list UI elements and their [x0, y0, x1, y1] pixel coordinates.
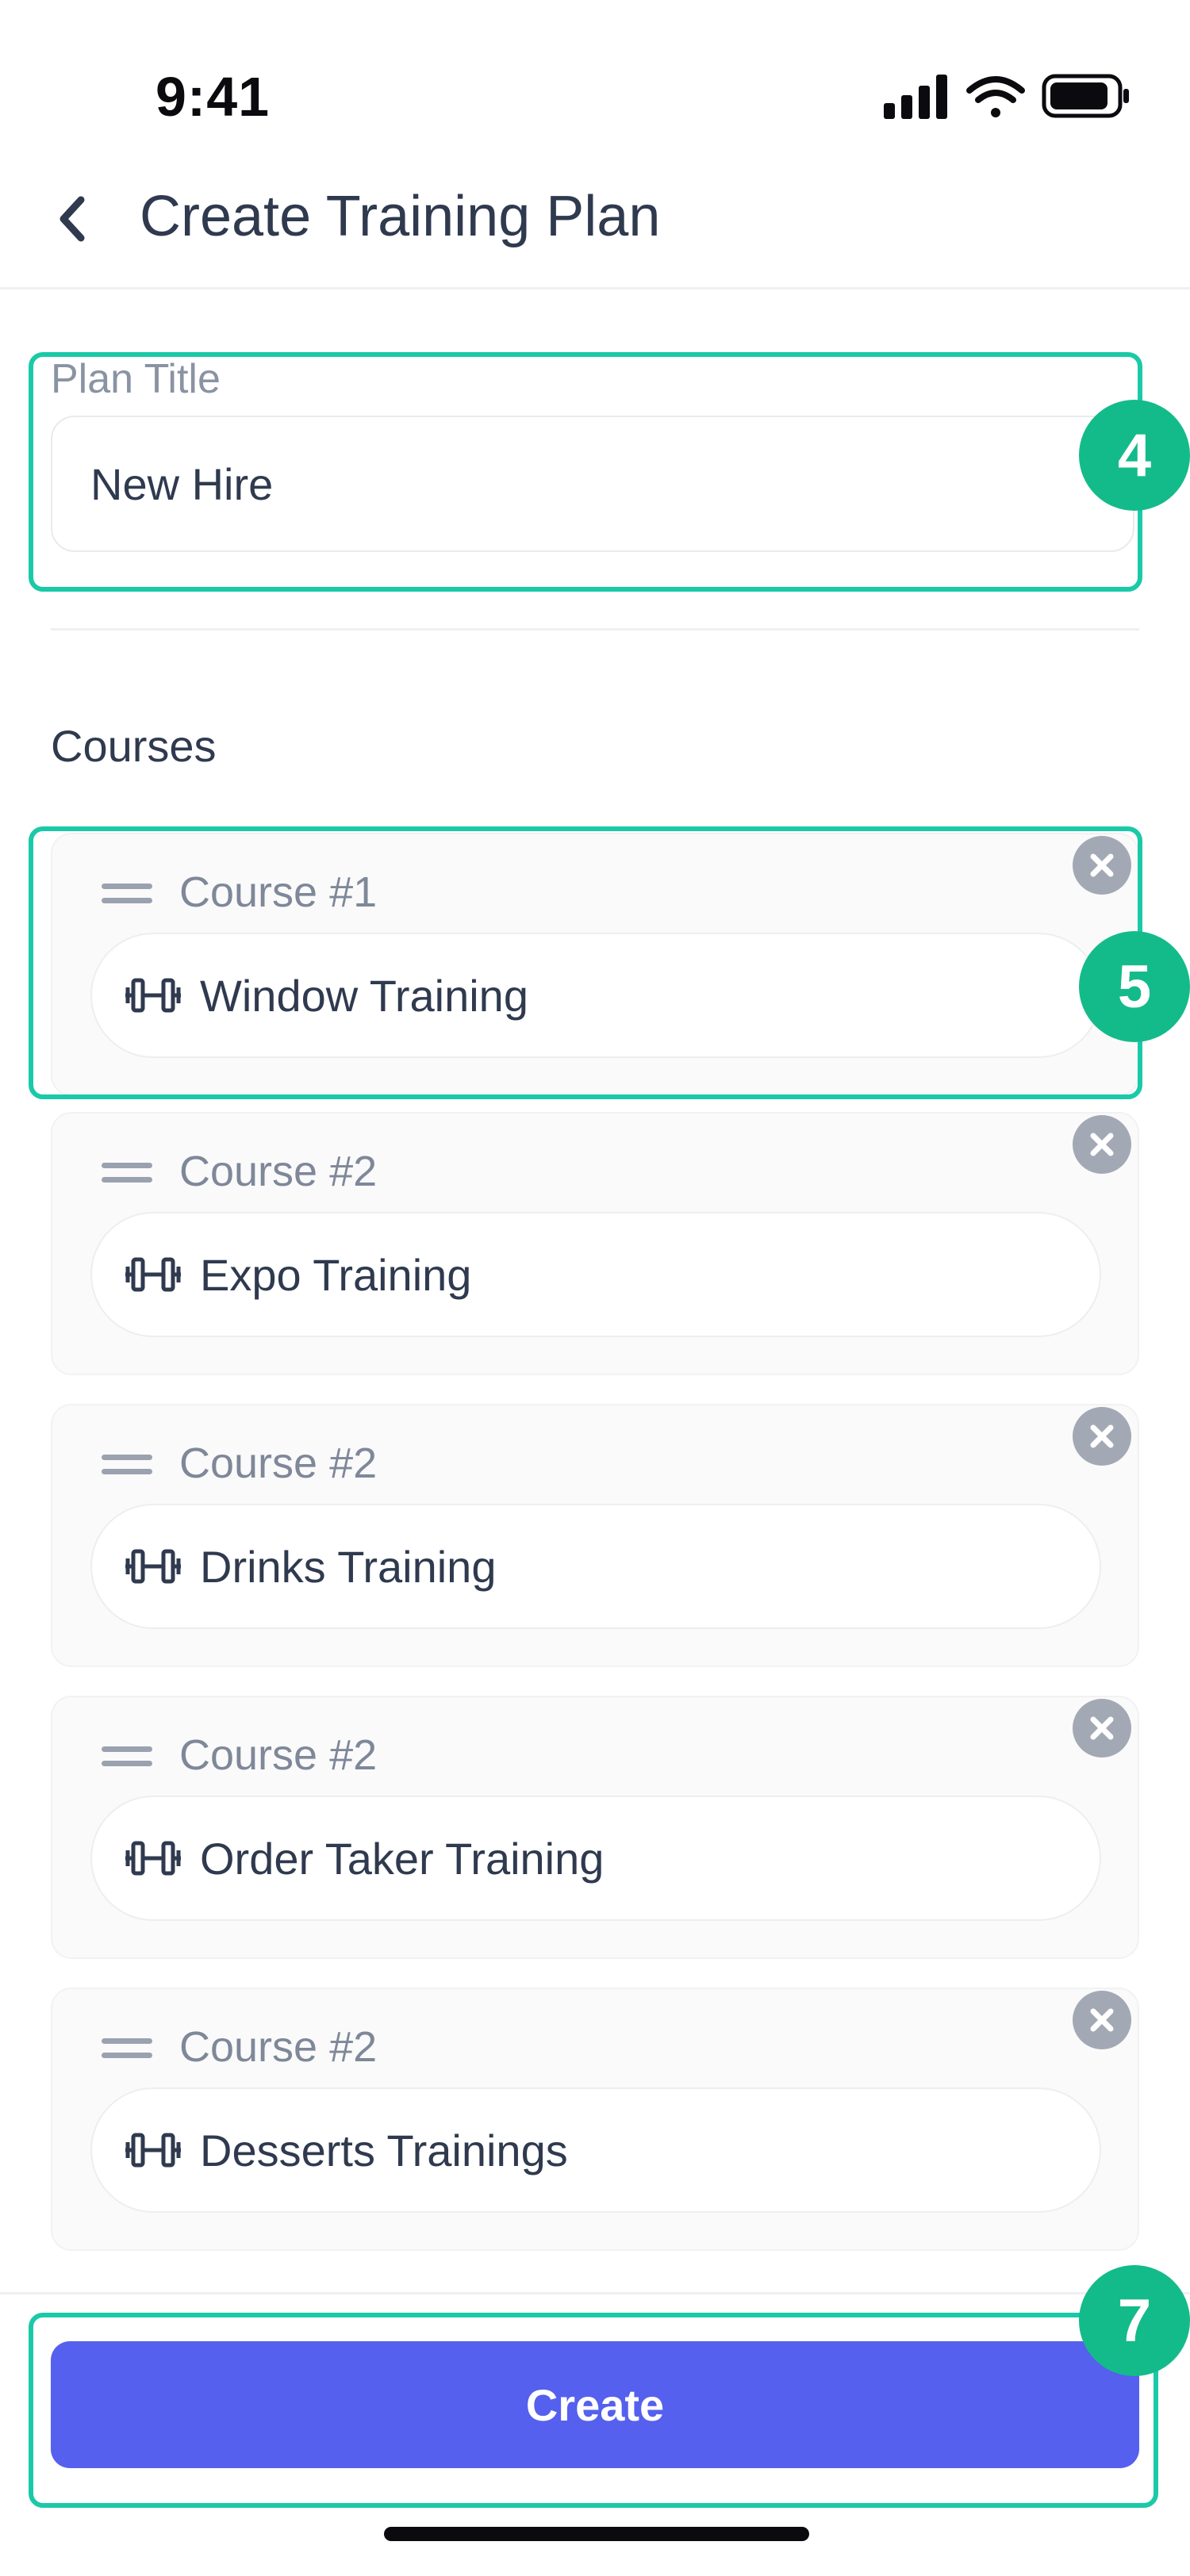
close-icon	[1090, 2008, 1114, 2032]
remove-course-button[interactable]	[1073, 1991, 1131, 2049]
course-select[interactable]: Drinks Training	[90, 1504, 1101, 1629]
create-highlight	[29, 2313, 1158, 2508]
course-name: Desserts Trainings	[200, 2125, 568, 2175]
step-badge: 4	[1079, 400, 1190, 511]
course-card: Course #2 Order Taker Training	[51, 1696, 1139, 1959]
dumbbell-icon	[125, 1549, 181, 1584]
course-name: Drinks Training	[200, 1541, 497, 1592]
status-time: 9:41	[155, 66, 271, 128]
course-card: Course #2 Expo Training	[51, 1112, 1139, 1375]
remove-course-button[interactable]	[1073, 1407, 1131, 1466]
step-badge: 7	[1079, 2265, 1190, 2376]
course-name: Expo Training	[200, 1249, 472, 1300]
course-number-label: Course #2	[179, 1439, 378, 1487]
remove-course-button[interactable]	[1073, 1699, 1131, 1758]
course-name: Order Taker Training	[200, 1833, 605, 1884]
dumbbell-icon	[125, 2133, 181, 2168]
course-number-label: Course #2	[179, 2023, 378, 2071]
course-number-label: Course #2	[179, 1148, 378, 1195]
courses-heading: Courses	[51, 721, 217, 771]
close-icon	[1090, 1424, 1114, 1448]
drag-handle-icon[interactable]	[102, 1746, 152, 1770]
course-select[interactable]: Desserts Trainings	[90, 2087, 1101, 2213]
dumbbell-icon	[125, 1257, 181, 1292]
course-number-label: Course #2	[179, 1731, 378, 1779]
remove-course-button[interactable]	[1073, 1115, 1131, 1174]
step-badge: 5	[1079, 931, 1190, 1042]
drag-handle-icon[interactable]	[102, 1455, 152, 1478]
status-icons	[881, 68, 1134, 124]
drag-handle-icon[interactable]	[102, 2038, 152, 2062]
close-icon	[1090, 1716, 1114, 1740]
course-select[interactable]: Expo Training	[90, 1212, 1101, 1337]
home-indicator	[384, 2527, 809, 2541]
dumbbell-icon	[125, 1841, 181, 1876]
back-button[interactable]	[48, 187, 95, 251]
chevron-left-icon	[60, 196, 85, 242]
page-title: Create Training Plan	[140, 185, 661, 248]
course-select[interactable]: Order Taker Training	[90, 1796, 1101, 1921]
battery-icon	[1042, 74, 1129, 118]
plan-title-highlight	[29, 352, 1142, 592]
course-highlight	[29, 826, 1142, 1099]
close-icon	[1090, 1133, 1114, 1156]
course-card: Course #2 Desserts Trainings	[51, 1988, 1139, 2251]
wifi-icon	[966, 76, 1025, 117]
signal-icon	[884, 75, 947, 119]
footer-divider	[0, 2292, 1190, 2294]
drag-handle-icon[interactable]	[102, 1163, 152, 1186]
course-card: Course #2 Drinks Training	[51, 1404, 1139, 1667]
section-divider	[51, 628, 1139, 631]
header-divider	[0, 287, 1190, 289]
